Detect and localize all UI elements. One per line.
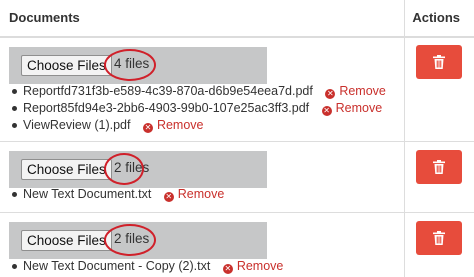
trash-icon [433,231,445,245]
choose-files-button[interactable]: Choose Files [21,159,112,180]
file-name: New Text Document - Copy (2).txt [23,259,211,273]
remove-link[interactable]: ✕ Remove [163,187,225,202]
file-picker: Choose Files 2 files [9,151,267,188]
file-name: Reportfd731f3b-e589-4c39-870a-d6b9e54eea… [23,84,313,98]
remove-label: Remove [177,187,225,201]
delete-row-button[interactable] [416,221,462,255]
trash-icon [433,160,445,174]
remove-link[interactable]: ✕ Remove [325,84,386,99]
delete-row-button[interactable] [416,45,462,79]
remove-circle-x-icon: ✕ [222,264,233,274]
file-name: Report85fd94e3-2bb6-4903-99b0-107e25ac3f… [23,101,310,115]
list-item: Report85fd94e3-2bb6-4903-99b0-107e25ac3f… [12,100,386,117]
file-list: Reportfd731f3b-e589-4c39-870a-d6b9e54eea… [12,83,386,134]
list-item: New Text Document.txt ✕ Remove [12,186,224,203]
row-divider [0,212,474,213]
list-item: ViewReview (1).pdf ✕ Remove [12,117,386,134]
remove-label: Remove [335,101,383,115]
remove-label: Remove [156,118,204,132]
remove-link[interactable]: ✕ Remove [321,101,383,116]
remove-link[interactable]: ✕ Remove [222,259,284,274]
remove-circle-x-icon: ✕ [142,123,153,133]
annotation-circle [104,224,156,256]
choose-files-button[interactable]: Choose Files [21,230,112,251]
annotation-circle [104,153,144,185]
bullet-icon [12,192,17,197]
remove-circle-x-icon: ✕ [325,89,336,99]
file-list: New Text Document.txt ✕ Remove [12,186,224,203]
bullet-icon [12,89,17,94]
table-header: Documents Actions [0,0,474,38]
remove-link[interactable]: ✕ Remove [142,118,204,133]
remove-circle-x-icon: ✕ [321,106,332,116]
row-divider [0,141,474,142]
file-list: New Text Document - Copy (2).txt ✕ Remove [12,258,283,275]
bullet-icon [12,106,17,111]
choose-files-button[interactable]: Choose Files [21,55,112,76]
column-header-actions: Actions [412,10,460,25]
documents-table: Documents Actions Choose Files 4 files R… [0,0,474,277]
annotation-circle [104,49,156,81]
remove-label: Remove [339,84,386,98]
file-name: New Text Document.txt [23,187,152,201]
file-picker: Choose Files 2 files [9,222,267,259]
remove-circle-x-icon: ✕ [163,192,174,202]
list-item: New Text Document - Copy (2).txt ✕ Remove [12,258,283,275]
file-picker: Choose Files 4 files [9,47,267,84]
list-item: Reportfd731f3b-e589-4c39-870a-d6b9e54eea… [12,83,386,100]
remove-label: Remove [236,259,284,273]
bullet-icon [12,264,17,269]
column-header-documents: Documents [9,10,80,25]
bullet-icon [12,123,17,128]
trash-icon [433,55,445,69]
delete-row-button[interactable] [416,150,462,184]
column-divider [404,0,405,277]
file-name: ViewReview (1).pdf [23,118,131,132]
